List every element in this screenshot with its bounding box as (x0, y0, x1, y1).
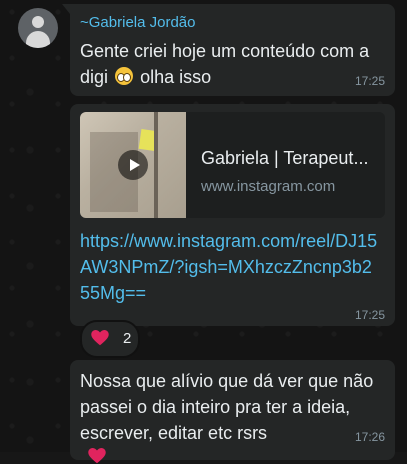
sender-avatar[interactable] (18, 8, 58, 48)
message-link[interactable]: https://www.instagram.com/reel/DJ15AW3NP… (80, 228, 380, 306)
message-timestamp: 17:25 (354, 74, 385, 88)
play-icon[interactable] (118, 150, 148, 180)
heart-icon (91, 330, 109, 346)
message-timestamp: 17:25 (354, 308, 385, 322)
message-timestamp: 17:26 (354, 430, 385, 444)
pleading-face-emoji-icon (115, 67, 134, 85)
message-bubble[interactable]: Nossa que alívio que dá ver que não pass… (70, 360, 395, 460)
link-preview-thumbnail[interactable] (80, 112, 186, 218)
link-preview-domain: www.instagram.com (201, 178, 336, 195)
message-bubble[interactable]: ~Gabriela Jordão Gente criei hoje um con… (62, 4, 395, 96)
link-preview-card[interactable]: Gabriela | Terapeut... www.instagram.com (80, 112, 385, 218)
thumbnail-shape (154, 112, 158, 218)
sender-name[interactable]: ~Gabriela Jordão (80, 14, 196, 31)
reaction-count: 2 (123, 330, 132, 347)
avatar-body-icon (26, 31, 50, 48)
message-text-part: olha isso (140, 67, 212, 87)
link-preview-title: Gabriela | Terapeut... (201, 148, 369, 168)
message-text: Gente criei hoje um conteúdo com a digi … (80, 38, 380, 90)
reaction-badge[interactable]: 2 (80, 320, 140, 358)
heart-icon (88, 448, 106, 464)
bubble-tail (62, 4, 70, 14)
message-bubble[interactable]: Gabriela | Terapeut... www.instagram.com… (70, 104, 395, 326)
avatar-head-icon (32, 16, 44, 28)
message-text: Nossa que alívio que dá ver que não pass… (80, 371, 374, 443)
